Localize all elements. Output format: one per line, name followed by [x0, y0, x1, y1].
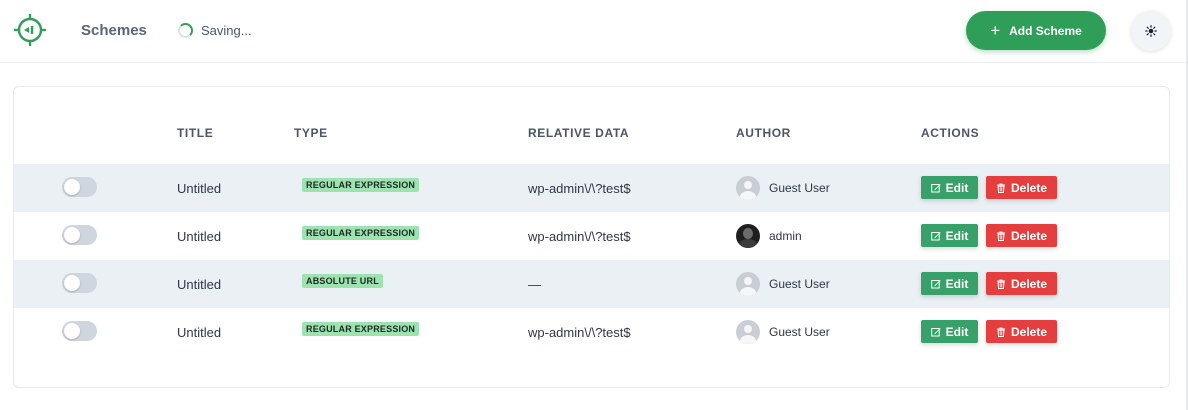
author-name: Guest User — [769, 325, 830, 339]
scheme-title: Untitled — [177, 325, 222, 340]
sun-icon — [1145, 25, 1157, 37]
column-header-type: TYPE — [294, 126, 328, 140]
author-cell: Guest User — [736, 320, 830, 344]
scheme-title: Untitled — [177, 181, 222, 196]
table-row: Untitled ABSOLUTE URL — Guest User Edit … — [14, 260, 1169, 308]
column-header-title: TITLE — [177, 126, 214, 140]
author-cell: Guest User — [736, 272, 830, 296]
edit-button[interactable]: Edit — [921, 224, 978, 247]
crosshair-logo-icon[interactable] — [12, 12, 48, 48]
add-scheme-button[interactable]: + Add Scheme — [966, 11, 1106, 50]
column-header-author: AUTHOR — [736, 126, 791, 140]
table-row: Untitled REGULAR EXPRESSION wp-admin\/\?… — [14, 164, 1169, 212]
theme-toggle-button[interactable] — [1131, 11, 1171, 51]
delete-button[interactable]: Delete — [986, 176, 1057, 199]
scheme-enable-toggle[interactable] — [62, 177, 97, 197]
saving-status: Saving... — [178, 23, 252, 38]
author-cell: admin — [736, 224, 802, 248]
edit-icon — [930, 231, 941, 240]
author-name: admin — [769, 229, 802, 243]
guest-avatar-icon — [736, 176, 760, 200]
table-row: Untitled REGULAR EXPRESSION wp-admin\/\?… — [14, 308, 1169, 356]
type-badge: ABSOLUTE URL — [302, 274, 383, 288]
edit-icon — [930, 183, 941, 192]
relative-data: wp-admin\/\?test$ — [528, 181, 631, 196]
edit-icon — [930, 279, 941, 288]
toggle-knob — [64, 227, 80, 243]
trash-icon — [996, 183, 1005, 193]
saving-text: Saving... — [201, 23, 252, 38]
page-title: Schemes — [81, 22, 147, 39]
type-badge: REGULAR EXPRESSION — [302, 322, 420, 336]
scheme-enable-toggle[interactable] — [62, 225, 97, 245]
author-name: Guest User — [769, 181, 830, 195]
relative-data: — — [528, 277, 541, 292]
edit-button[interactable]: Edit — [921, 176, 978, 199]
edit-label: Edit — [945, 324, 969, 339]
column-header-relative-data: RELATIVE DATA — [528, 126, 630, 140]
app-header: Schemes Saving... + Add Scheme — [0, 0, 1188, 63]
scheme-enable-toggle[interactable] — [62, 273, 97, 293]
plus-icon: + — [990, 20, 1001, 40]
delete-label: Delete — [1010, 180, 1048, 195]
column-header-actions: ACTIONS — [921, 126, 980, 140]
schemes-table-card: TITLE TYPE RELATIVE DATA AUTHOR ACTIONS … — [13, 86, 1170, 388]
photo-avatar-icon — [736, 224, 760, 248]
delete-button[interactable]: Delete — [986, 320, 1057, 343]
scheme-title: Untitled — [177, 277, 222, 292]
guest-avatar-icon — [736, 320, 760, 344]
trash-icon — [996, 231, 1005, 241]
type-badge: REGULAR EXPRESSION — [302, 226, 420, 240]
trash-icon — [996, 279, 1005, 289]
relative-data: wp-admin\/\?test$ — [528, 325, 631, 340]
scheme-enable-toggle[interactable] — [62, 321, 97, 341]
toggle-knob — [64, 323, 80, 339]
spinner-icon — [178, 23, 193, 38]
delete-label: Delete — [1010, 276, 1048, 291]
delete-label: Delete — [1010, 324, 1048, 339]
delete-label: Delete — [1010, 228, 1048, 243]
add-scheme-label: Add Scheme — [1009, 23, 1082, 38]
table-row: Untitled REGULAR EXPRESSION wp-admin\/\?… — [14, 212, 1169, 260]
relative-data: wp-admin\/\?test$ — [528, 229, 631, 244]
trash-icon — [996, 327, 1005, 337]
guest-avatar-icon — [736, 272, 760, 296]
author-cell: Guest User — [736, 176, 830, 200]
edit-label: Edit — [945, 276, 969, 291]
edit-button[interactable]: Edit — [921, 272, 978, 295]
edit-label: Edit — [945, 180, 969, 195]
scheme-title: Untitled — [177, 229, 222, 244]
toggle-knob — [64, 179, 80, 195]
edit-button[interactable]: Edit — [921, 320, 978, 343]
edit-icon — [930, 327, 941, 336]
delete-button[interactable]: Delete — [986, 272, 1057, 295]
delete-button[interactable]: Delete — [986, 224, 1057, 247]
edit-label: Edit — [945, 228, 969, 243]
type-badge: REGULAR EXPRESSION — [302, 178, 420, 192]
toggle-knob — [64, 275, 80, 291]
author-name: Guest User — [769, 277, 830, 291]
